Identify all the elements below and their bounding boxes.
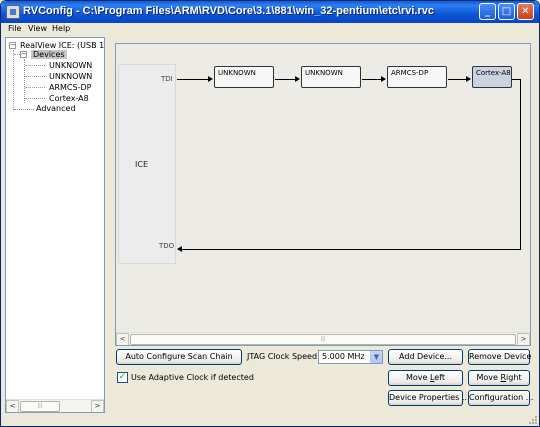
move-left-button[interactable]: Move Left [388, 370, 463, 386]
chain-wire [182, 249, 521, 250]
menu-bar: File View Help [1, 23, 539, 36]
chain-wire [448, 79, 466, 80]
tree-node-device[interactable]: Cortex-A8 [49, 94, 89, 103]
tree-node-devices[interactable]: Devices [31, 50, 67, 59]
menu-help[interactable]: Help [52, 24, 70, 33]
device-properties-button[interactable]: Device Properties ... [388, 390, 470, 406]
add-device-button[interactable]: Add Device... [388, 349, 463, 365]
arrow-icon [466, 76, 471, 82]
check-icon: ✓ [118, 372, 127, 382]
resize-grip-icon[interactable] [527, 414, 537, 424]
menu-view[interactable]: View [28, 24, 47, 33]
menu-file[interactable]: File [8, 24, 21, 33]
rvconfig-window: RVConfig - C:\Program Files\ARM\RVD\Core… [0, 0, 540, 427]
close-icon: ✕ [521, 6, 530, 17]
jtag-clock-value: 5.000 MHz [322, 352, 365, 361]
tree-node-advanced[interactable]: Advanced [36, 104, 76, 113]
tdi-label: TDI [161, 75, 173, 83]
tree-connector [25, 87, 45, 88]
tdo-label: TDO [159, 242, 175, 250]
ice-label: ICE [135, 160, 148, 169]
tree-connector [14, 109, 34, 110]
scan-chain-view: ICE TDI TDO UNKNOWN UNKNOWN ARMCS-DP Cor… [115, 43, 531, 346]
arrow-icon [177, 246, 182, 252]
tree-node-device[interactable]: UNKNOWN [49, 72, 92, 81]
tree-connector [25, 65, 45, 66]
app-icon [6, 5, 20, 19]
tree-connector [13, 50, 14, 110]
minimize-icon: _ [485, 6, 490, 17]
arrow-icon [381, 76, 386, 82]
move-right-button[interactable]: Move Right [468, 370, 530, 386]
tree-node-realview-ice[interactable]: RealView ICE: (USB 13 [20, 41, 104, 50]
scroll-right-icon[interactable]: > [517, 333, 530, 345]
jtag-clock-label: JTAG Clock Speed [247, 352, 318, 361]
chain-device[interactable]: UNKNOWN [214, 66, 274, 88]
tree-connector [25, 98, 45, 99]
chain-device[interactable]: UNKNOWN [301, 66, 361, 88]
adaptive-clock-label: Use Adaptive Clock if detected [131, 373, 254, 382]
chain-device[interactable]: ARMCS-DP [387, 66, 447, 88]
tree-node-device[interactable]: UNKNOWN [49, 61, 92, 70]
chain-wire [362, 79, 381, 80]
chain-horizontal-scrollbar[interactable]: < ||| > [116, 332, 530, 345]
ice-block: ICE [118, 64, 176, 264]
scroll-thumb[interactable]: ||| [130, 334, 516, 345]
scroll-right-icon[interactable]: > [91, 400, 104, 412]
adaptive-clock-checkbox[interactable]: ✓ [117, 372, 128, 383]
scroll-thumb[interactable]: ||| [20, 401, 60, 412]
maximize-icon: □ [501, 6, 512, 17]
devices-collapse-icon[interactable]: − [20, 51, 27, 58]
configuration-button[interactable]: Configuration ... [468, 390, 533, 406]
tree-node-device[interactable]: ARMCS-DP [49, 83, 91, 92]
arrow-icon [295, 76, 300, 82]
device-tree: − RealView ICE: (USB 13 − Devices UNKNOW… [5, 37, 105, 413]
chain-wire [275, 79, 295, 80]
scroll-left-icon[interactable]: < [6, 400, 19, 412]
chain-wire [520, 79, 521, 250]
chain-device-selected[interactable]: Cortex-A8 [472, 66, 512, 88]
scroll-left-icon[interactable]: < [116, 333, 129, 345]
close-button[interactable]: ✕ [517, 3, 534, 20]
tree-horizontal-scrollbar[interactable]: < ||| > [6, 399, 104, 412]
chain-wire [177, 79, 208, 80]
jtag-clock-select[interactable]: 5.000 MHz ▼ [318, 350, 383, 364]
remove-device-button[interactable]: Remove Device [468, 349, 531, 365]
arrow-icon [208, 76, 213, 82]
root-collapse-icon[interactable]: − [9, 42, 16, 49]
window-title: RVConfig - C:\Program Files\ARM\RVD\Core… [23, 5, 434, 17]
minimize-button[interactable]: _ [479, 3, 496, 20]
maximize-button[interactable]: □ [498, 3, 515, 20]
tree-connector [25, 76, 45, 77]
chevron-down-icon[interactable]: ▼ [370, 351, 382, 363]
auto-configure-button[interactable]: Auto Configure Scan Chain [116, 349, 242, 365]
title-bar: RVConfig - C:\Program Files\ARM\RVD\Core… [1, 1, 539, 23]
